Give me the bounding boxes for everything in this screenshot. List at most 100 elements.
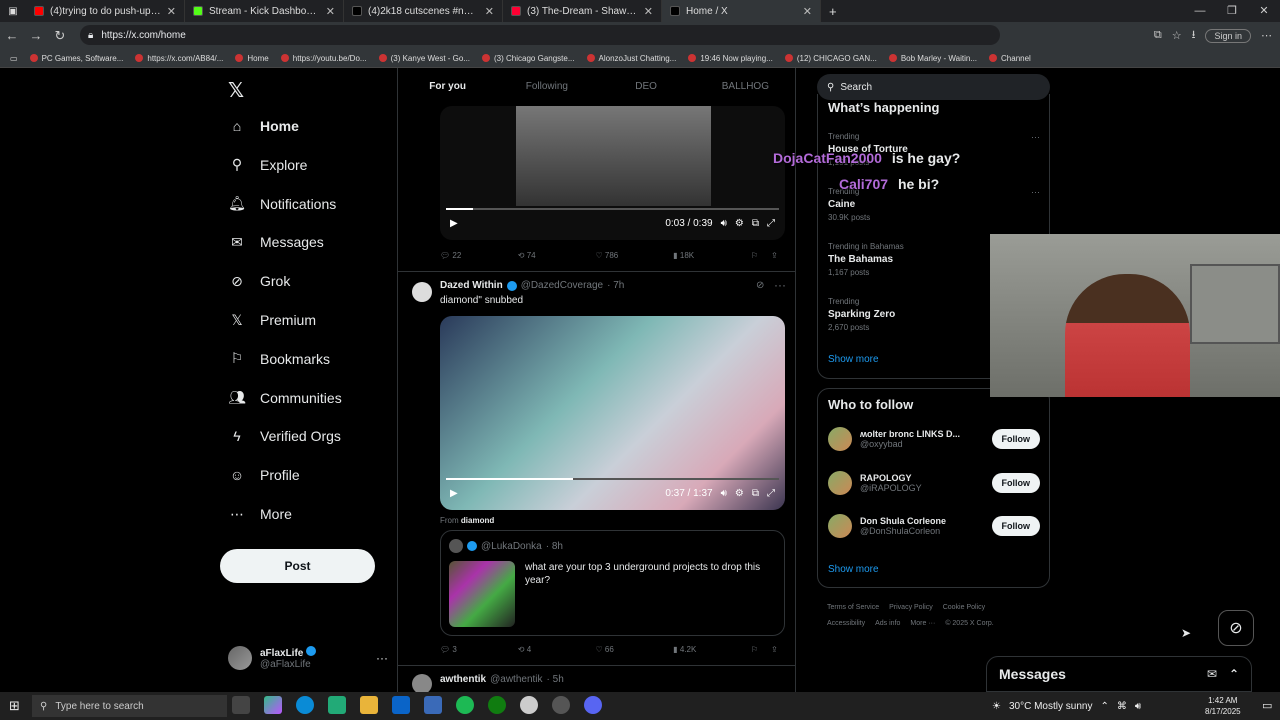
- bookmark-item[interactable]: https://x.com/AB84/...: [135, 54, 223, 63]
- reload-icon[interactable]: ↻: [48, 28, 72, 44]
- expand-icon[interactable]: ⌃: [1229, 667, 1239, 681]
- nav-item-messages[interactable]: ✉ Messages: [228, 233, 324, 251]
- repost-button[interactable]: ⟲ 74: [518, 251, 596, 260]
- tweet-author-name[interactable]: Dazed Within: [440, 280, 503, 291]
- nav-item-premium[interactable]: 𝕏 Premium: [228, 311, 316, 329]
- calculator-icon[interactable]: [424, 696, 442, 714]
- reply-button[interactable]: 💬︎ 22: [440, 251, 518, 260]
- nav-item-bookmarks[interactable]: ⚐ Bookmarks: [228, 350, 330, 368]
- volume-icon[interactable]: 🔊︎: [721, 488, 727, 499]
- bookmark-item[interactable]: (3) Kanye West - Go...: [378, 54, 470, 63]
- video-source-link[interactable]: diamond: [461, 516, 494, 525]
- play-icon[interactable]: ▶: [450, 488, 458, 499]
- tweet-time[interactable]: · 7h: [607, 280, 624, 291]
- settings-icon[interactable]: ⚙: [735, 488, 744, 499]
- trend-more-icon[interactable]: ···: [1031, 132, 1040, 142]
- weather-text[interactable]: 30°C Mostly sunny: [1009, 701, 1092, 712]
- nav-item-more[interactable]: ⋯ More: [228, 505, 292, 523]
- bookmark-item[interactable]: PC Games, Software...: [29, 54, 123, 63]
- nav-item-home[interactable]: ⌂ Home: [228, 117, 299, 135]
- fullscreen-icon[interactable]: ⤢: [767, 488, 775, 499]
- views-button[interactable]: ▮ 4.2K: [673, 645, 751, 654]
- extensions-icon[interactable]: ⧉: [1154, 29, 1162, 42]
- quote-image[interactable]: [449, 561, 515, 627]
- chrome-icon[interactable]: [552, 696, 570, 714]
- taskbar-clock[interactable]: 1:42 AM 8/17/2025: [1205, 695, 1241, 717]
- tweet-author-handle[interactable]: @DazedCoverage: [521, 280, 603, 291]
- quote-handle[interactable]: @LukaDonka: [481, 541, 542, 552]
- file-explorer-icon[interactable]: [360, 696, 378, 714]
- nav-item-explore[interactable]: ⚲ Explore: [228, 156, 308, 174]
- sign-in-button[interactable]: Sign in: [1205, 28, 1251, 43]
- nav-item-communities[interactable]: 👥︎ Communities: [228, 389, 342, 407]
- footer-link[interactable]: More ···: [910, 616, 935, 632]
- back-icon[interactable]: ←: [0, 28, 24, 43]
- tab-close-icon[interactable]: ✕: [803, 5, 812, 18]
- trend-more-icon[interactable]: ···: [1031, 187, 1040, 197]
- tweet3-avatar[interactable]: [412, 674, 432, 692]
- footer-link[interactable]: Ads info: [875, 616, 900, 632]
- like-button[interactable]: ♡ 786: [596, 251, 674, 260]
- bookmark-item[interactable]: 19:46 Now playing...: [688, 54, 773, 63]
- network-icon[interactable]: ⌘: [1117, 701, 1127, 712]
- play-icon[interactable]: ▶: [450, 218, 458, 229]
- more-dots-icon[interactable]: ···: [376, 651, 388, 665]
- tweet-author-name[interactable]: awthentik: [440, 674, 486, 685]
- downloads-icon[interactable]: ⭳: [1192, 26, 1196, 45]
- app-icon[interactable]: [520, 696, 538, 714]
- url-bar[interactable]: 🔒︎ https://x.com/home: [80, 25, 1000, 45]
- tweet-more-icon[interactable]: ···: [774, 278, 786, 292]
- volume-icon[interactable]: 🔊︎: [721, 218, 727, 229]
- close-window-icon[interactable]: ✕: [1248, 0, 1280, 22]
- tweet2-video[interactable]: ▶ 0:37 / 1:37 🔊︎ ⚙ ⧉ ⤢: [440, 316, 785, 510]
- follow-suggestion[interactable]: RAPOLOGY @iRAPOLOGY Follow: [828, 470, 1040, 495]
- bookmark-item[interactable]: AlonzoJust Chatting...: [586, 54, 676, 63]
- trend-item[interactable]: Trending Caine 30.9K posts ···: [828, 187, 1040, 222]
- outlook-icon[interactable]: [392, 696, 410, 714]
- footer-link[interactable]: Cookie Policy: [943, 600, 985, 616]
- copilot-icon[interactable]: [264, 696, 282, 714]
- taskbar-search-input[interactable]: ⚲ Type here to search: [32, 695, 227, 717]
- tweet-time[interactable]: · 5h: [547, 674, 564, 685]
- tab-close-icon[interactable]: ✕: [644, 5, 653, 18]
- tab-close-icon[interactable]: ✕: [167, 5, 176, 18]
- tab-close-icon[interactable]: ✕: [326, 5, 335, 18]
- site-info-icon[interactable]: 🔒︎: [88, 30, 93, 41]
- browser-tab[interactable]: Stream - Kick Dashboard ✕: [185, 0, 344, 22]
- nav-item-verified-orgs[interactable]: ϟ Verified Orgs: [228, 427, 341, 445]
- grok-floating-button[interactable]: ⊘: [1218, 610, 1254, 646]
- footer-link[interactable]: © 2025 X Corp.: [945, 616, 993, 632]
- follow-suggestion[interactable]: ʍolter bronc LINKS D... @oxyybad Follow: [828, 427, 1040, 451]
- minimize-icon[interactable]: —: [1184, 0, 1216, 22]
- tray-chevron-icon[interactable]: ⌃: [1100, 701, 1108, 712]
- nav-item-notifications[interactable]: 🔔︎ Notifications: [228, 195, 336, 213]
- pip-icon[interactable]: ⧉: [752, 218, 759, 229]
- views-button[interactable]: ▮ 18K: [673, 251, 751, 260]
- volume-icon[interactable]: 🔊︎: [1135, 701, 1141, 712]
- footer-link[interactable]: Terms of Service: [827, 600, 879, 616]
- new-tab-button[interactable]: +: [821, 4, 845, 19]
- reply-button[interactable]: 💬︎ 3: [440, 645, 518, 654]
- follow-button[interactable]: Follow: [991, 429, 1040, 449]
- windows-menu-icon[interactable]: ▣: [0, 6, 26, 17]
- bookmark-item[interactable]: (12) CHICAGO GAN...: [784, 54, 877, 63]
- timeline-tab[interactable]: BALLHOG: [696, 68, 795, 106]
- pip-icon[interactable]: ⧉: [752, 488, 759, 499]
- nav-item-profile[interactable]: ☺ Profile: [228, 466, 300, 484]
- browser-tab[interactable]: (4)trying to do push-ups for bee ✕: [26, 0, 185, 22]
- xbox-icon[interactable]: [488, 696, 506, 714]
- tab-close-icon[interactable]: ✕: [485, 5, 494, 18]
- tweet2-avatar[interactable]: [412, 282, 432, 302]
- discord-icon[interactable]: [584, 696, 602, 714]
- timeline-tab[interactable]: DEO: [597, 68, 696, 106]
- grok-tweet-icon[interactable]: ⊘: [756, 280, 764, 291]
- quoted-tweet[interactable]: @LukaDonka · 8h what are your top 3 unde…: [440, 530, 785, 636]
- account-switcher[interactable]: aFlaxLife @aFlaxLife ···: [228, 646, 388, 670]
- x-logo-icon[interactable]: 𝕏: [228, 78, 244, 103]
- browser-tab[interactable]: (3) The-Dream - Shawty Is A 10 ✕: [503, 0, 662, 22]
- task-view-icon[interactable]: [232, 696, 250, 714]
- tweet1-video[interactable]: ▶ 0:03 / 0:39 🔊︎ ⚙ ⧉ ⤢: [440, 106, 785, 240]
- maximize-icon[interactable]: ❐: [1216, 0, 1248, 22]
- follow-show-more[interactable]: Show more: [828, 564, 879, 575]
- bookmark-icon[interactable]: ⚐: [751, 251, 771, 260]
